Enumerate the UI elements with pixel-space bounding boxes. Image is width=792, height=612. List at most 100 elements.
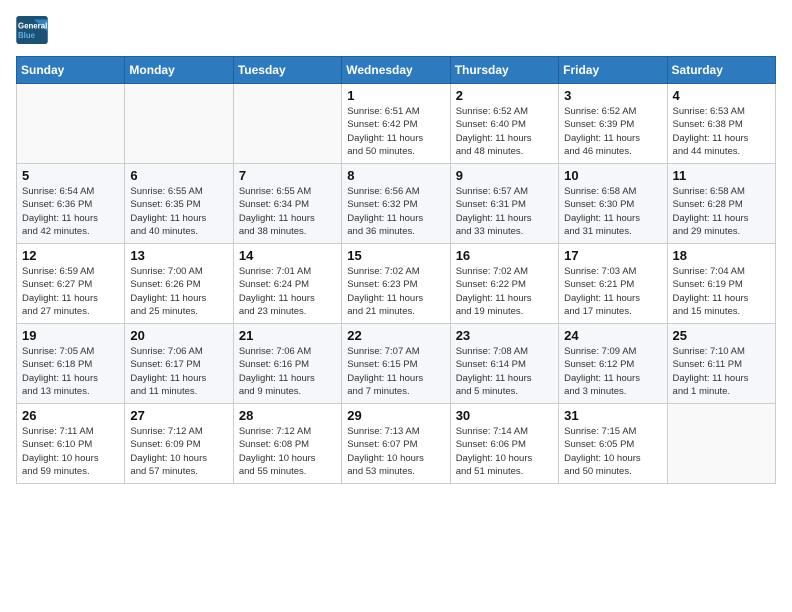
day-number-12: 12 — [22, 248, 119, 263]
day-cell-25: 25 Sunrise: 7:10 AM Sunset: 6:11 PM Dayli… — [667, 324, 775, 404]
day-cell-12: 12 Sunrise: 6:59 AM Sunset: 6:27 PM Dayli… — [17, 244, 125, 324]
weekday-tuesday: Tuesday — [233, 57, 341, 84]
day-info-12: Sunrise: 6:59 AM Sunset: 6:27 PM Dayligh… — [22, 265, 119, 318]
day-number-17: 17 — [564, 248, 661, 263]
day-number-9: 9 — [456, 168, 553, 183]
svg-text:Blue: Blue — [18, 31, 36, 40]
day-cell-6: 6 Sunrise: 6:55 AM Sunset: 6:35 PM Daylig… — [125, 164, 233, 244]
day-number-8: 8 — [347, 168, 444, 183]
day-number-11: 11 — [673, 168, 770, 183]
day-cell-22: 22 Sunrise: 7:07 AM Sunset: 6:15 PM Dayli… — [342, 324, 450, 404]
weekday-sunday: Sunday — [17, 57, 125, 84]
day-number-27: 27 — [130, 408, 227, 423]
day-cell-29: 29Sunrise: 7:13 AM Sunset: 6:07 PM Dayli… — [342, 404, 450, 484]
day-number-26: 26 — [22, 408, 119, 423]
weekday-wednesday: Wednesday — [342, 57, 450, 84]
page-header: General Blue — [16, 16, 776, 44]
day-number-31: 31 — [564, 408, 661, 423]
day-cell-9: 9 Sunrise: 6:57 AM Sunset: 6:31 PM Daylig… — [450, 164, 558, 244]
day-number-13: 13 — [130, 248, 227, 263]
day-info-9: Sunrise: 6:57 AM Sunset: 6:31 PM Dayligh… — [456, 185, 553, 238]
day-cell-4: 4 Sunrise: 6:53 AM Sunset: 6:38 PM Daylig… — [667, 84, 775, 164]
day-cell-24: 24 Sunrise: 7:09 AM Sunset: 6:12 PM Dayli… — [559, 324, 667, 404]
day-number-14: 14 — [239, 248, 336, 263]
day-number-10: 10 — [564, 168, 661, 183]
empty-cell — [125, 84, 233, 164]
day-number-1: 1 — [347, 88, 444, 103]
weekday-header-row: SundayMondayTuesdayWednesdayThursdayFrid… — [17, 57, 776, 84]
day-info-3: Sunrise: 6:52 AM Sunset: 6:39 PM Dayligh… — [564, 105, 661, 158]
day-cell-23: 23 Sunrise: 7:08 AM Sunset: 6:14 PM Dayli… — [450, 324, 558, 404]
day-cell-16: 16Sunrise: 7:02 AM Sunset: 6:22 PM Dayli… — [450, 244, 558, 324]
week-row-2: 5Sunrise: 6:54 AM Sunset: 6:36 PM Daylig… — [17, 164, 776, 244]
day-cell-28: 28 Sunrise: 7:12 AM Sunset: 6:08 PM Dayli… — [233, 404, 341, 484]
day-cell-5: 5Sunrise: 6:54 AM Sunset: 6:36 PM Daylig… — [17, 164, 125, 244]
day-info-31: Sunrise: 7:15 AM Sunset: 6:05 PM Dayligh… — [564, 425, 661, 478]
day-cell-20: 20Sunrise: 7:06 AM Sunset: 6:17 PM Dayli… — [125, 324, 233, 404]
day-info-19: Sunrise: 7:05 AM Sunset: 6:18 PM Dayligh… — [22, 345, 119, 398]
day-number-5: 5 — [22, 168, 119, 183]
day-info-4: Sunrise: 6:53 AM Sunset: 6:38 PM Dayligh… — [673, 105, 770, 158]
day-info-29: Sunrise: 7:13 AM Sunset: 6:07 PM Dayligh… — [347, 425, 444, 478]
day-info-15: Sunrise: 7:02 AM Sunset: 6:23 PM Dayligh… — [347, 265, 444, 318]
day-info-26: Sunrise: 7:11 AM Sunset: 6:10 PM Dayligh… — [22, 425, 119, 478]
day-info-6: Sunrise: 6:55 AM Sunset: 6:35 PM Dayligh… — [130, 185, 227, 238]
day-cell-11: 11 Sunrise: 6:58 AM Sunset: 6:28 PM Dayli… — [667, 164, 775, 244]
weekday-saturday: Saturday — [667, 57, 775, 84]
day-number-28: 28 — [239, 408, 336, 423]
day-info-28: Sunrise: 7:12 AM Sunset: 6:08 PM Dayligh… — [239, 425, 336, 478]
day-number-23: 23 — [456, 328, 553, 343]
day-cell-15: 15 Sunrise: 7:02 AM Sunset: 6:23 PM Dayli… — [342, 244, 450, 324]
day-cell-27: 27 Sunrise: 7:12 AM Sunset: 6:09 PM Dayli… — [125, 404, 233, 484]
day-cell-13: 13 Sunrise: 7:00 AM Sunset: 6:26 PM Dayli… — [125, 244, 233, 324]
day-info-1: Sunrise: 6:51 AM Sunset: 6:42 PM Dayligh… — [347, 105, 444, 158]
day-number-6: 6 — [130, 168, 227, 183]
day-info-22: Sunrise: 7:07 AM Sunset: 6:15 PM Dayligh… — [347, 345, 444, 398]
day-cell-2: 2Sunrise: 6:52 AM Sunset: 6:40 PM Daylig… — [450, 84, 558, 164]
day-info-30: Sunrise: 7:14 AM Sunset: 6:06 PM Dayligh… — [456, 425, 553, 478]
weekday-friday: Friday — [559, 57, 667, 84]
day-cell-3: 3Sunrise: 6:52 AM Sunset: 6:39 PM Daylig… — [559, 84, 667, 164]
day-cell-8: 8 Sunrise: 6:56 AM Sunset: 6:32 PM Daylig… — [342, 164, 450, 244]
day-info-18: Sunrise: 7:04 AM Sunset: 6:19 PM Dayligh… — [673, 265, 770, 318]
day-cell-19: 19 Sunrise: 7:05 AM Sunset: 6:18 PM Dayli… — [17, 324, 125, 404]
week-row-5: 26 Sunrise: 7:11 AM Sunset: 6:10 PM Dayli… — [17, 404, 776, 484]
day-info-13: Sunrise: 7:00 AM Sunset: 6:26 PM Dayligh… — [130, 265, 227, 318]
day-number-30: 30 — [456, 408, 553, 423]
day-number-25: 25 — [673, 328, 770, 343]
day-cell-26: 26 Sunrise: 7:11 AM Sunset: 6:10 PM Dayli… — [17, 404, 125, 484]
empty-cell — [667, 404, 775, 484]
day-info-14: Sunrise: 7:01 AM Sunset: 6:24 PM Dayligh… — [239, 265, 336, 318]
calendar: SundayMondayTuesdayWednesdayThursdayFrid… — [16, 56, 776, 484]
empty-cell — [17, 84, 125, 164]
day-number-24: 24 — [564, 328, 661, 343]
day-number-19: 19 — [22, 328, 119, 343]
day-info-17: Sunrise: 7:03 AM Sunset: 6:21 PM Dayligh… — [564, 265, 661, 318]
day-number-21: 21 — [239, 328, 336, 343]
day-info-11: Sunrise: 6:58 AM Sunset: 6:28 PM Dayligh… — [673, 185, 770, 238]
day-info-10: Sunrise: 6:58 AM Sunset: 6:30 PM Dayligh… — [564, 185, 661, 238]
empty-cell — [233, 84, 341, 164]
day-number-22: 22 — [347, 328, 444, 343]
day-cell-21: 21Sunrise: 7:06 AM Sunset: 6:16 PM Dayli… — [233, 324, 341, 404]
weekday-monday: Monday — [125, 57, 233, 84]
day-cell-7: 7 Sunrise: 6:55 AM Sunset: 6:34 PM Daylig… — [233, 164, 341, 244]
day-number-18: 18 — [673, 248, 770, 263]
day-info-7: Sunrise: 6:55 AM Sunset: 6:34 PM Dayligh… — [239, 185, 336, 238]
day-number-15: 15 — [347, 248, 444, 263]
day-info-8: Sunrise: 6:56 AM Sunset: 6:32 PM Dayligh… — [347, 185, 444, 238]
week-row-4: 19 Sunrise: 7:05 AM Sunset: 6:18 PM Dayli… — [17, 324, 776, 404]
svg-text:General: General — [18, 21, 47, 30]
day-info-16: Sunrise: 7:02 AM Sunset: 6:22 PM Dayligh… — [456, 265, 553, 318]
day-cell-14: 14 Sunrise: 7:01 AM Sunset: 6:24 PM Dayli… — [233, 244, 341, 324]
day-info-27: Sunrise: 7:12 AM Sunset: 6:09 PM Dayligh… — [130, 425, 227, 478]
day-info-23: Sunrise: 7:08 AM Sunset: 6:14 PM Dayligh… — [456, 345, 553, 398]
day-info-20: Sunrise: 7:06 AM Sunset: 6:17 PM Dayligh… — [130, 345, 227, 398]
week-row-1: 1 Sunrise: 6:51 AM Sunset: 6:42 PM Daylig… — [17, 84, 776, 164]
day-number-7: 7 — [239, 168, 336, 183]
day-info-24: Sunrise: 7:09 AM Sunset: 6:12 PM Dayligh… — [564, 345, 661, 398]
day-info-25: Sunrise: 7:10 AM Sunset: 6:11 PM Dayligh… — [673, 345, 770, 398]
day-number-4: 4 — [673, 88, 770, 103]
day-cell-18: 18 Sunrise: 7:04 AM Sunset: 6:19 PM Dayli… — [667, 244, 775, 324]
day-info-2: Sunrise: 6:52 AM Sunset: 6:40 PM Dayligh… — [456, 105, 553, 158]
